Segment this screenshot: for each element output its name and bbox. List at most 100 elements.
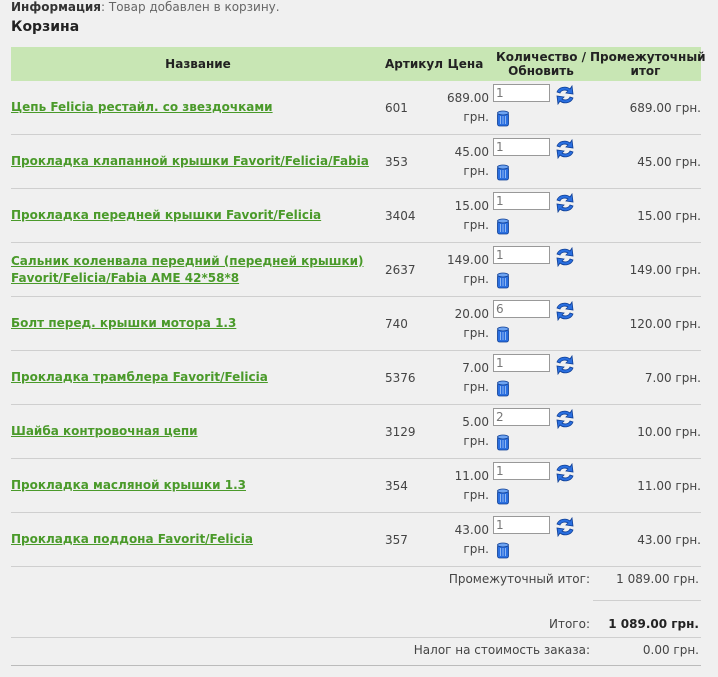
trash-icon[interactable] [496, 488, 510, 505]
info-message: Информация: Товар добавлен в корзину. [11, 0, 280, 14]
table-row: Сальник коленвала передний (передней кры… [11, 242, 701, 297]
item-price: 45.00 [454, 144, 489, 159]
trash-icon[interactable] [496, 164, 510, 181]
item-article: 3404 [385, 188, 439, 243]
item-currency: грн. [463, 163, 489, 178]
item-name-cell: Болт перед. крышки мотора 1.3 [11, 296, 385, 351]
item-price: 5.00 [462, 414, 489, 429]
item-price-cell: 11.00 грн. [439, 458, 492, 513]
table-row: Прокладка масляной крышки 1.3 354 11.00 г… [11, 458, 701, 513]
bottom-divider [11, 665, 701, 666]
refresh-icon[interactable] [554, 192, 576, 214]
table-row: Болт перед. крышки мотора 1.3 740 20.00 г… [11, 296, 701, 351]
item-subtotal: 45.00 грн. [590, 134, 701, 189]
quantity-input[interactable] [493, 84, 550, 102]
table-row: Прокладка трамблера Favorit/Felicia 5376… [11, 350, 701, 405]
item-price-cell: 20.00 грн. [439, 296, 492, 351]
product-link[interactable]: Прокладка передней крышки Favorit/Felici… [11, 208, 321, 222]
refresh-icon[interactable] [554, 354, 576, 376]
header-qty: Количество / Обновить [492, 47, 590, 81]
item-currency: грн. [463, 271, 489, 286]
item-price: 11.00 [454, 468, 489, 483]
item-name-cell: Шайба контровочная цепи [11, 404, 385, 459]
item-name-cell: Прокладка масляной крышки 1.3 [11, 458, 385, 513]
item-currency: грн. [463, 487, 489, 502]
quantity-input[interactable] [493, 408, 550, 426]
item-qty-cell [492, 458, 590, 513]
item-price-cell: 7.00 грн. [439, 350, 492, 405]
item-subtotal: 10.00 грн. [590, 404, 701, 459]
quantity-input[interactable] [493, 192, 550, 210]
item-qty-cell [492, 242, 590, 297]
item-article: 2637 [385, 242, 439, 297]
item-currency: грн. [463, 325, 489, 340]
item-price-cell: 689.00 грн. [439, 81, 492, 135]
product-link[interactable]: Прокладка поддона Favorit/Felicia [11, 532, 253, 546]
cart-header-row: Название Артикул Цена Количество / Обнов… [11, 47, 706, 81]
item-price-cell: 15.00 грн. [439, 188, 492, 243]
item-currency: грн. [463, 433, 489, 448]
product-link[interactable]: Прокладка трамблера Favorit/Felicia [11, 370, 268, 384]
item-article: 353 [385, 134, 439, 189]
quantity-input[interactable] [493, 516, 550, 534]
refresh-icon[interactable] [554, 462, 576, 484]
item-price: 43.00 [454, 522, 489, 537]
item-qty-cell [492, 404, 590, 459]
info-label: Информация [11, 0, 101, 14]
table-row: Прокладка передней крышки Favorit/Felici… [11, 188, 701, 243]
item-qty-cell [492, 134, 590, 189]
table-row: Шайба контровочная цепи 3129 5.00 грн. 10… [11, 404, 701, 459]
cart-table: Название Артикул Цена Количество / Обнов… [11, 47, 706, 567]
trash-icon[interactable] [496, 542, 510, 559]
item-price-cell: 43.00 грн. [439, 512, 492, 567]
item-name-cell: Прокладка клапанной крышки Favorit/Felic… [11, 134, 385, 189]
item-price: 689.00 [447, 90, 489, 105]
subtotal-label: Промежуточный итог: [448, 572, 590, 586]
item-currency: грн. [463, 541, 489, 556]
refresh-icon[interactable] [554, 300, 576, 322]
quantity-input[interactable] [493, 462, 550, 480]
quantity-input[interactable] [493, 246, 550, 264]
header-article: Артикул [385, 47, 443, 81]
item-subtotal: 11.00 грн. [590, 458, 701, 513]
refresh-icon[interactable] [554, 84, 576, 106]
header-name: Название [11, 47, 385, 81]
quantity-input[interactable] [493, 138, 550, 156]
summary-divider [11, 637, 701, 638]
item-subtotal: 689.00 грн. [590, 81, 701, 135]
quantity-input[interactable] [493, 300, 550, 318]
refresh-icon[interactable] [554, 138, 576, 160]
item-qty-cell [492, 296, 590, 351]
item-article: 3129 [385, 404, 439, 459]
product-link[interactable]: Прокладка масляной крышки 1.3 [11, 478, 246, 492]
trash-icon[interactable] [496, 326, 510, 343]
product-link[interactable]: Цепь Felicia рестайл. со звездочками [11, 100, 273, 114]
item-name-cell: Прокладка поддона Favorit/Felicia [11, 512, 385, 567]
item-subtotal: 43.00 грн. [590, 512, 701, 567]
tax-value: 0.00 грн. [642, 643, 699, 657]
refresh-icon[interactable] [554, 408, 576, 430]
header-subtotal: Промежуточный итог [590, 47, 706, 81]
trash-icon[interactable] [496, 434, 510, 451]
trash-icon[interactable] [496, 218, 510, 235]
trash-icon[interactable] [496, 110, 510, 127]
trash-icon[interactable] [496, 380, 510, 397]
quantity-input[interactable] [493, 354, 550, 372]
product-link[interactable]: Прокладка клапанной крышки Favorit/Felic… [11, 154, 369, 168]
refresh-icon[interactable] [554, 516, 576, 538]
product-link[interactable]: Болт перед. крышки мотора 1.3 [11, 316, 236, 330]
cart-body: Цепь Felicia рестайл. со звездочками 601… [11, 81, 701, 567]
item-subtotal: 7.00 грн. [590, 350, 701, 405]
product-link[interactable]: Шайба контровочная цепи [11, 424, 198, 438]
item-article: 354 [385, 458, 439, 513]
refresh-icon[interactable] [554, 246, 576, 268]
item-qty-cell [492, 81, 590, 135]
product-link[interactable]: Сальник коленвала передний (передней кры… [11, 254, 364, 285]
item-name-cell: Прокладка трамблера Favorit/Felicia [11, 350, 385, 405]
table-row: Прокладка клапанной крышки Favorit/Felic… [11, 134, 701, 189]
item-article: 601 [385, 81, 439, 135]
trash-icon[interactable] [496, 272, 510, 289]
item-name-cell: Сальник коленвала передний (передней кры… [11, 242, 385, 297]
item-price-cell: 5.00 грн. [439, 404, 492, 459]
table-row: Цепь Felicia рестайл. со звездочками 601… [11, 81, 701, 135]
